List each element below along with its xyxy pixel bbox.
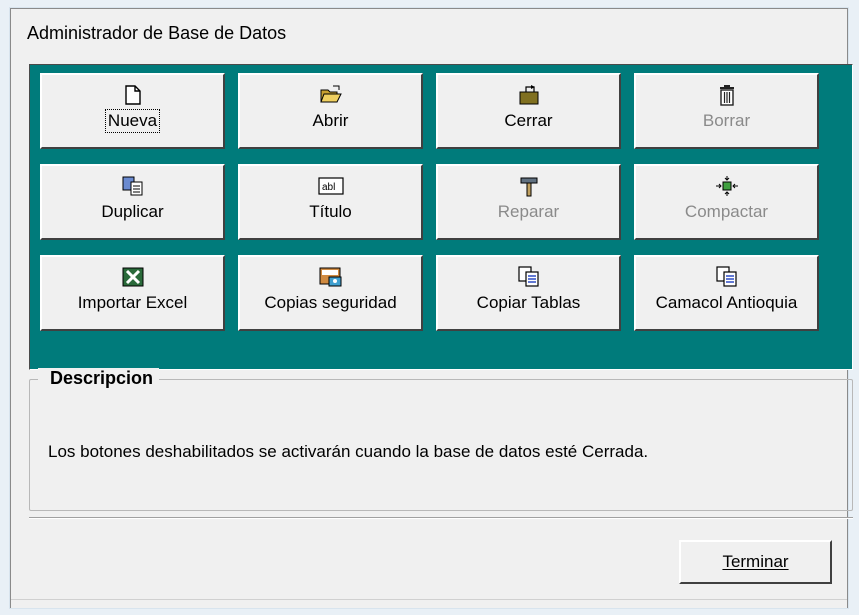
importar-excel-button[interactable]: Importar Excel	[40, 255, 225, 331]
footer-separator	[29, 517, 853, 519]
copy-tables-icon	[715, 264, 738, 290]
copiar-tablas-label: Copiar Tablas	[476, 293, 581, 312]
database-admin-window: Administrador de Base de Datos Nueva Abr…	[10, 8, 853, 608]
titulo-label: Título	[309, 202, 352, 221]
description-group: Descripcion Los botones deshabilitados s…	[29, 368, 853, 511]
compactar-label: Compactar	[684, 202, 769, 221]
copiar-tablas-button[interactable]: Copiar Tablas	[436, 255, 621, 331]
trash-icon	[718, 82, 736, 108]
camacol-antioquia-label: Camacol Antioquia	[655, 293, 798, 312]
nueva-label: Nueva	[104, 109, 161, 133]
window-bottom-edge	[11, 599, 847, 608]
cerrar-button[interactable]: Cerrar	[436, 73, 621, 149]
importar-excel-label: Importar Excel	[77, 293, 188, 312]
borrar-label: Borrar	[702, 111, 751, 130]
title-field-icon: abl	[317, 173, 344, 199]
copias-seguridad-button[interactable]: Copias seguridad	[238, 255, 423, 331]
nueva-button[interactable]: Nueva	[40, 73, 225, 149]
abrir-button[interactable]: Abrir	[238, 73, 423, 149]
button-panel: Nueva Abrir Cerrar Borrar Duplicar abl T…	[29, 64, 853, 370]
compact-icon	[715, 173, 739, 199]
copias-seguridad-label: Copias seguridad	[264, 293, 397, 312]
open-folder-icon	[319, 82, 342, 108]
duplicar-button[interactable]: Duplicar	[40, 164, 225, 240]
camacol-antioquia-button[interactable]: Camacol Antioquia	[634, 255, 819, 331]
reparar-button[interactable]: Reparar	[436, 164, 621, 240]
description-text: Los botones deshabilitados se activarán …	[48, 442, 649, 461]
new-document-icon	[124, 82, 142, 108]
duplicate-icon	[122, 173, 144, 199]
description-title: Descripcion	[38, 368, 160, 389]
svg-text:abl: abl	[322, 182, 335, 193]
borrar-button[interactable]: Borrar	[634, 73, 819, 149]
duplicar-label: Duplicar	[101, 202, 164, 221]
excel-icon	[122, 264, 144, 290]
backup-icon	[319, 264, 343, 290]
titulo-button[interactable]: abl Título	[238, 164, 423, 240]
abrir-label: Abrir	[312, 111, 349, 130]
hammer-icon	[518, 173, 540, 199]
terminar-label: Terminar	[722, 552, 789, 571]
window-title: Administrador de Base de Datos	[27, 23, 287, 43]
terminar-button[interactable]: Terminar	[679, 540, 832, 584]
copy-tables-icon	[517, 264, 540, 290]
cerrar-label: Cerrar	[504, 111, 553, 130]
compactar-button[interactable]: Compactar	[634, 164, 819, 240]
reparar-label: Reparar	[497, 202, 560, 221]
close-folder-icon	[518, 82, 540, 108]
